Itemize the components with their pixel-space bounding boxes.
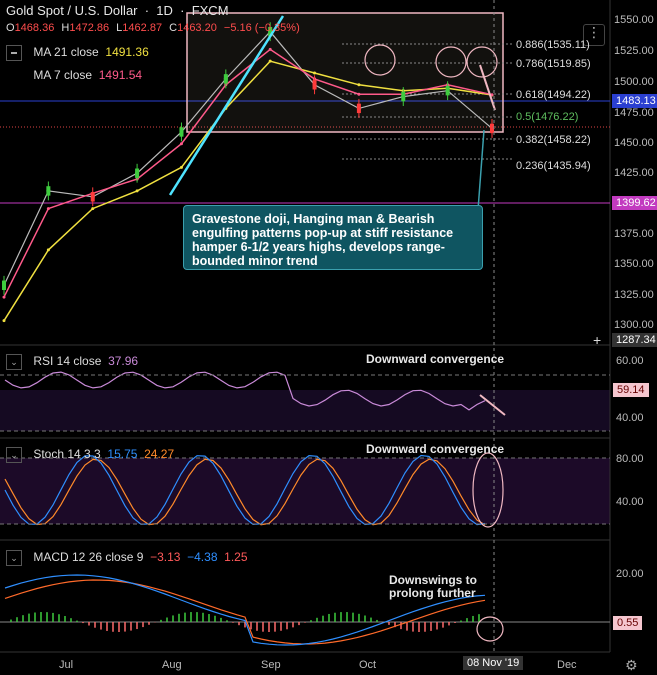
data-point [46,207,50,211]
data-point [179,142,183,146]
stoch-tick: 40.00 [616,496,644,508]
ma21-toggle[interactable] [6,45,22,61]
price-tick: 1550.00 [614,14,654,26]
fib-level: 0.618(1494.22) [516,89,591,101]
annotation-callout: Gravestone doji, Hanging man & Bearish e… [183,205,483,270]
price-tick: 1375.00 [614,228,654,240]
fib-level: 0.382(1458.22) [516,134,591,146]
time-label: Jul [59,659,74,671]
data-point [357,92,361,96]
price-tick: 1350.00 [614,258,654,270]
candle-body [2,280,6,290]
data-point [268,47,272,51]
rsi-legend[interactable]: ⌄ RSI 14 close 37.96 [6,354,138,370]
candle-body [445,85,450,96]
fib-level: 0.5(1476.22) [516,111,579,123]
data-point [2,319,6,323]
symbol-name: Gold Spot / U.S. Dollar [6,3,138,18]
stoch-tick: 80.00 [616,453,644,465]
close-value: 1463.20 [177,22,217,34]
data-point [46,248,50,252]
price-tick: 1325.00 [614,289,654,301]
stoch-band [0,458,610,524]
ma7-legend[interactable]: MA 7 close 1491.54 [6,68,142,84]
price-tick: 1300.00 [614,319,654,331]
data-point [91,207,95,211]
price-tag-current: 1483.13 [612,94,657,108]
candle-body [312,80,317,90]
price-tick: 1475.00 [614,107,654,119]
price-tag-level: 1399.62 [612,196,657,210]
time-label: Dec [557,659,577,671]
rsi-tag: 59.14 [613,383,649,397]
candle-body [401,91,406,102]
rsi-tick: 60.00 [616,355,644,367]
callout-pointer [477,129,485,211]
gear-icon[interactable]: ⚙ [625,657,638,674]
candle-body [223,74,228,84]
candle-body [490,123,494,134]
stoch-note: Downward convergence [366,442,505,456]
time-label: Sep [261,659,281,671]
ma21-legend[interactable]: MA 21 close 1491.36 [6,45,149,61]
crosshair-plus-icon[interactable]: + [593,332,601,348]
macd-circle [476,616,504,642]
rsi-note: Downward convergence [366,352,505,366]
price-tick: 1450.00 [614,137,654,149]
data-source: FXCM [191,3,229,18]
price-tick: 1525.00 [614,45,654,57]
fib-level: 0.886(1535.11) [516,39,590,51]
time-cursor-tag: 08 Nov '19 [463,656,524,670]
data-point [2,295,6,299]
ohlc-readout: O1468.36 H1472.86 L1462.87 C1463.20 −5.1… [6,22,300,34]
time-label: Oct [359,659,377,671]
open-value: 1468.36 [14,22,55,34]
chevron-down-icon[interactable]: ⌄ [6,550,22,566]
chevron-down-icon[interactable]: ⌄ [6,354,22,370]
rsi-band [0,390,610,431]
change-value: −5.16 (−0.35%) [223,22,300,34]
candle-body [90,192,95,202]
price-tick: 1500.00 [614,76,654,88]
chart-svg[interactable] [0,0,657,675]
macd-tick: 20.00 [616,568,644,580]
candle-body [46,186,51,196]
header-title: Gold Spot / U.S. Dollar · 1D · FXCM [6,3,229,18]
price-tick: 1425.00 [614,167,654,179]
macd-note-1: Downswings to [389,573,477,587]
data-point [313,71,317,75]
macd-note-2: prolong further [389,586,476,600]
data-point [357,83,361,87]
stoch-legend[interactable]: ⌄ Stoch 14 3 3 15.75 24.27 [6,447,174,463]
data-point [135,189,139,193]
candle-body [179,127,184,137]
candle-body [135,168,140,178]
data-point [268,59,272,63]
rsi-tick: 40.00 [616,412,644,424]
time-label: Aug [162,659,182,671]
fib-level: 0.786(1519.85) [516,58,591,70]
chevron-down-icon[interactable]: ⌄ [6,447,22,463]
fib-level: 0.236(1435.94) [516,160,591,172]
interval: 1D [156,3,173,18]
chart-root: { "header": { "symbol": "Gold Spot / U.S… [0,0,657,675]
high-value: 1472.86 [69,22,110,34]
low-value: 1462.87 [122,22,163,34]
price-tag-cursor: 1287.34 [612,333,657,347]
data-point [179,165,183,169]
candle-body [356,103,361,114]
macd-tag: 0.55 [613,616,643,630]
macd-legend[interactable]: ⌄ MACD 12 26 close 9 −3.13 −4.38 1.25 [6,550,248,566]
